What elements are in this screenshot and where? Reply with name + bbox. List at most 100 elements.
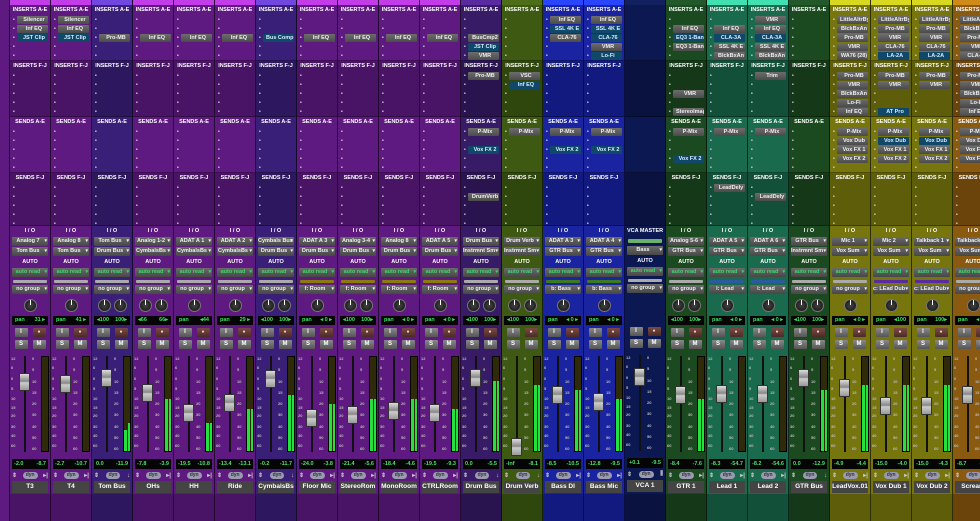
updown-icon[interactable]: ⇕ [504, 472, 509, 479]
insert-slot[interactable]: • JST Clip [12, 33, 48, 42]
send-slot[interactable]: • [381, 211, 417, 220]
insert-slot[interactable]: • [53, 99, 89, 108]
volume-value[interactable]: -12.8 [588, 459, 601, 469]
insert-slot[interactable]: • [340, 80, 376, 89]
plugin-button[interactable]: VSC [509, 71, 540, 80]
insert-slot[interactable]: • [258, 99, 294, 108]
plugin-button[interactable]: VMR [591, 43, 622, 52]
send-slot[interactable]: • [504, 192, 540, 201]
send-button[interactable]: Vox FX 1 [837, 145, 868, 154]
plugin-button[interactable]: BlckBxAn [837, 24, 868, 33]
track-name[interactable]: Drum Bus [463, 481, 499, 493]
group-selector[interactable]: f: Room [422, 285, 458, 294]
plugin-button[interactable]: Inf EQ [58, 24, 89, 33]
output-icon[interactable]: ▸| [371, 472, 376, 479]
send-slot[interactable]: • LeadDely [709, 183, 745, 192]
input-monitor-button[interactable]: I [916, 327, 930, 337]
automation-mode-selector[interactable]: auto read [873, 268, 909, 277]
mute-button[interactable]: M [934, 339, 948, 349]
peak-value[interactable]: -5.5 [488, 459, 497, 469]
insert-slot[interactable]: • [176, 89, 212, 98]
insert-slot[interactable]: • [94, 15, 130, 24]
solo-button[interactable]: S [916, 339, 930, 349]
send-slot[interactable]: • [135, 192, 171, 201]
send-slot[interactable]: • [504, 211, 540, 220]
insert-slot[interactable]: • [504, 24, 540, 33]
insert-slot[interactable]: • [53, 108, 89, 117]
track-name[interactable]: T3 [12, 481, 48, 493]
send-slot[interactable]: • [668, 201, 704, 210]
record-enable-button[interactable]: ● [196, 327, 210, 337]
plugin-button[interactable]: Pro-MB [960, 33, 980, 42]
plugin-button[interactable]: BlckBxAn [837, 89, 868, 98]
send-button[interactable]: Vox FX 1 [919, 145, 950, 154]
automation-mode-selector[interactable]: auto read [135, 268, 171, 277]
send-button[interactable]: Vox FX 1 [960, 145, 980, 154]
input-monitor-button[interactable]: I [137, 327, 151, 337]
send-slot[interactable]: • [258, 201, 294, 210]
insert-slot[interactable]: • [504, 43, 540, 52]
insert-slot[interactable]: •VMR [586, 43, 622, 52]
pan-left-knob[interactable] [507, 298, 521, 312]
send-slot[interactable]: • [750, 136, 786, 145]
insert-slot[interactable]: •Inf EQ [53, 24, 89, 33]
send-slot[interactable]: • [832, 164, 868, 173]
track-name[interactable]: Scream [955, 481, 980, 493]
send-slot[interactable]: •Vox FX 1 [873, 145, 909, 154]
input-monitor-button[interactable]: I [957, 327, 971, 337]
record-enable-button[interactable]: ● [934, 327, 948, 337]
peak-value[interactable]: -4.3 [939, 459, 948, 469]
send-slot[interactable]: •P-Mix [504, 127, 540, 136]
send-slot[interactable]: • [955, 164, 980, 173]
output-selector[interactable]: GTR Bus [586, 247, 622, 256]
track-name[interactable]: Floor Mic [299, 481, 335, 493]
insert-slot[interactable]: •CLA-76 [545, 33, 581, 42]
volume-fader[interactable] [142, 384, 153, 403]
send-slot[interactable]: • [217, 192, 253, 201]
volume-value[interactable]: 0.0 [465, 459, 473, 469]
peak-value[interactable]: -4.0 [898, 459, 907, 469]
automation-mode-selector[interactable]: auto read [586, 268, 622, 277]
plugin-button[interactable]: LittleAltrBy [837, 15, 868, 24]
send-button[interactable]: Vox FX 2 [591, 145, 622, 154]
pan-left-knob[interactable] [261, 298, 275, 312]
automation-mode-selector[interactable]: auto read [668, 268, 704, 277]
record-enable-button[interactable]: ● [729, 327, 743, 337]
output-icon[interactable]: ▸| [330, 472, 335, 479]
send-slot[interactable]: • [873, 211, 909, 220]
plugin-button[interactable]: Bus Comp 2 [263, 33, 294, 42]
solo-button[interactable]: S [424, 339, 438, 349]
solo-button[interactable]: S [875, 339, 889, 349]
volume-value[interactable]: -8.2 [752, 459, 761, 469]
plugin-button[interactable]: Inf EQ [17, 24, 48, 33]
input-monitor-button[interactable]: I [465, 327, 479, 337]
input-monitor-button[interactable]: I [670, 327, 684, 337]
insert-slot[interactable]: •Inf EQ [422, 33, 458, 42]
plugin-button[interactable]: Inf EQ [140, 33, 171, 42]
send-slot[interactable]: • [340, 145, 376, 154]
insert-slot[interactable]: • [709, 108, 745, 117]
send-slot[interactable]: • [586, 201, 622, 210]
solo-button[interactable]: S [383, 339, 397, 349]
insert-slot[interactable]: • [94, 43, 130, 52]
output-selector[interactable]: Instrmnt Sm [463, 247, 499, 256]
send-slot[interactable]: • [750, 164, 786, 173]
updown-icon[interactable]: ⇕ [53, 472, 58, 479]
output-selector[interactable]: GTR Bus [750, 247, 786, 256]
input-monitor-button[interactable]: I [629, 326, 643, 336]
send-slot[interactable]: • [135, 164, 171, 173]
insert-slot[interactable]: • [299, 52, 335, 61]
insert-slot[interactable]: • [750, 89, 786, 98]
send-button[interactable]: Vox Dub [960, 136, 980, 145]
insert-slot[interactable]: • [299, 89, 335, 98]
track-name[interactable]: Vox Dub 1 [873, 481, 909, 493]
send-slot[interactable]: • [176, 127, 212, 136]
send-slot[interactable]: • [12, 127, 48, 136]
insert-slot[interactable]: •VMR [873, 80, 909, 89]
solo-button[interactable]: S [793, 339, 807, 349]
volume-value[interactable]: -0.2 [260, 459, 269, 469]
send-slot[interactable]: • [463, 164, 499, 173]
send-button[interactable]: P-Mix [755, 127, 786, 136]
send-slot[interactable]: • [217, 164, 253, 173]
insert-slot[interactable]: • [217, 52, 253, 61]
